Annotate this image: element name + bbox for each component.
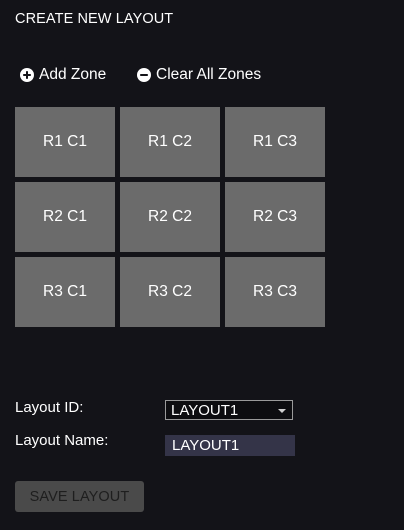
- layout-name-input[interactable]: [165, 435, 295, 456]
- zone-cell-r1c1[interactable]: R1 C1: [15, 107, 115, 177]
- zone-cell-r1c3[interactable]: R1 C3: [225, 107, 325, 177]
- zone-cell-r2c3[interactable]: R2 C3: [225, 182, 325, 252]
- zone-cell-r3c3[interactable]: R3 C3: [225, 257, 325, 327]
- add-zone-label: Add Zone: [39, 66, 107, 83]
- clear-all-zones-label: Clear All Zones: [156, 66, 262, 83]
- zone-cell-r2c2[interactable]: R2 C2: [120, 182, 220, 252]
- zone-cell-r3c1[interactable]: R3 C1: [15, 257, 115, 327]
- layout-id-value: LAYOUT1: [171, 401, 239, 419]
- clear-all-zones-button[interactable]: Clear All Zones: [137, 66, 261, 84]
- zone-cell-r1c2[interactable]: R1 C2: [120, 107, 220, 177]
- layout-name-label: Layout Name:: [15, 432, 109, 449]
- zone-grid: R1 C1 R1 C2 R1 C3 R2 C1 R2 C2 R2 C3 R3 C…: [15, 107, 325, 327]
- chevron-down-icon: [278, 409, 286, 413]
- layout-id-label: Layout ID:: [15, 399, 84, 416]
- zone-cell-r2c1[interactable]: R2 C1: [15, 182, 115, 252]
- layout-id-select[interactable]: LAYOUT1: [165, 400, 293, 420]
- page-title: CREATE NEW LAYOUT: [15, 11, 174, 27]
- plus-circle-icon: [20, 68, 34, 82]
- add-zone-button[interactable]: Add Zone: [20, 66, 106, 84]
- minus-circle-icon: [137, 68, 151, 82]
- zone-cell-r3c2[interactable]: R3 C2: [120, 257, 220, 327]
- save-layout-button[interactable]: SAVE LAYOUT: [15, 481, 144, 512]
